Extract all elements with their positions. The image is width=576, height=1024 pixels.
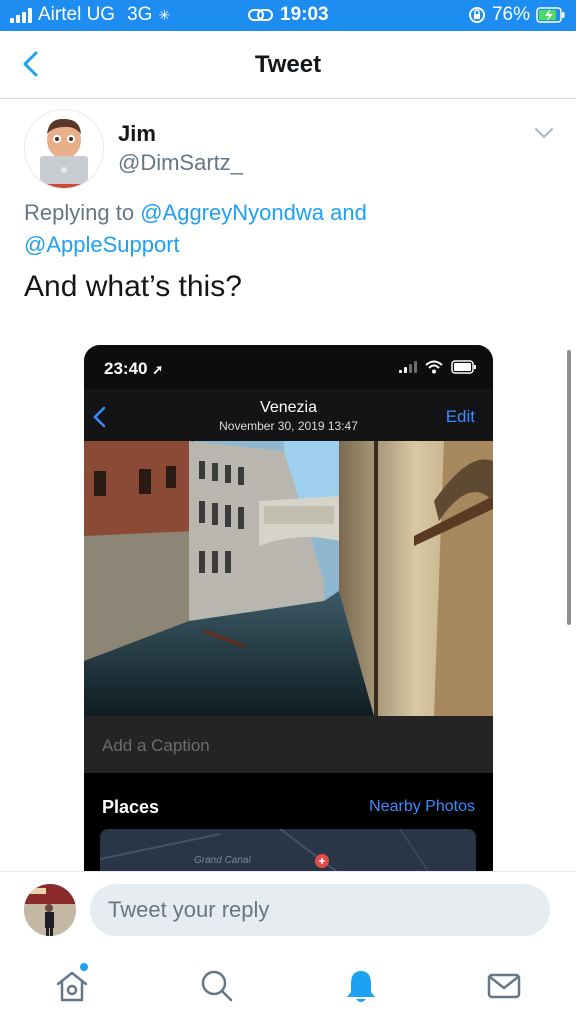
embedded-caption-placeholder: Add a Caption <box>102 736 210 755</box>
author-avatar[interactable] <box>24 109 104 189</box>
embedded-map: Grand Canal <box>100 829 476 871</box>
author-handle[interactable]: @DimSartz_ <box>118 150 243 176</box>
embedded-status-bar: 23:40 ➚ <box>84 345 493 389</box>
tab-bar <box>0 950 576 1024</box>
embedded-location-title: Venezia <box>260 399 317 416</box>
author-name[interactable]: Jim <box>118 121 156 147</box>
venice-canal-photo <box>84 441 493 716</box>
carrier-label: Airtel UG <box>38 4 116 25</box>
memoji-avatar-icon <box>25 110 103 188</box>
embedded-date: November 30, 2019 13:47 <box>219 419 358 433</box>
chevron-down-icon[interactable] <box>534 126 554 140</box>
link-icon <box>248 9 273 21</box>
clock: 19:03 <box>280 4 329 25</box>
embedded-clock: 23:40 ➚ <box>104 359 164 378</box>
embedded-places-label: Places <box>102 797 160 817</box>
new-content-dot <box>80 963 88 971</box>
embedded-nearby-label: Nearby Photos <box>369 798 475 815</box>
mention-link[interactable]: @AggreyNyondwa <box>140 200 324 225</box>
embedded-map-label: Grand Canal <box>194 855 251 866</box>
page-title: Tweet <box>254 51 322 78</box>
mention-link[interactable]: @AppleSupport <box>24 232 180 257</box>
embedded-places-section: Places Nearby Photos Grand Canal <box>84 773 493 871</box>
battery-charging-icon <box>536 7 565 23</box>
network-label: 3G <box>127 4 153 25</box>
rotation-lock-icon <box>468 7 485 23</box>
tweet-text: And what’s this? <box>24 270 242 303</box>
replying-to: Replying to @AggreyNyondwa and @AppleSup… <box>24 197 544 261</box>
reply-bar <box>0 871 576 951</box>
current-user-avatar[interactable] <box>24 884 76 936</box>
mention-joiner[interactable]: and <box>330 200 367 225</box>
tweet-media-image[interactable]: 23:40 ➚ Venezia November 30, 2019 13:47 … <box>84 345 493 871</box>
embedded-battery-icon <box>451 360 476 374</box>
replying-prefix: Replying to <box>24 200 135 225</box>
signal-icon <box>10 7 32 23</box>
status-bar: Airtel UG 3G ✳ 19:03 76% <box>0 0 576 31</box>
activity-spinner-icon: ✳ <box>158 6 171 23</box>
embedded-wifi-icon <box>425 360 443 374</box>
map-roads-icon <box>100 829 429 871</box>
reply-input[interactable] <box>90 884 550 936</box>
notifications-icon[interactable] <box>341 966 381 1006</box>
search-icon[interactable] <box>197 966 237 1006</box>
home-icon[interactable] <box>52 966 92 1006</box>
messages-icon[interactable] <box>484 966 524 1006</box>
scrollbar[interactable] <box>567 350 571 625</box>
embedded-signal-icon <box>399 361 417 373</box>
battery-percent: 76% <box>491 4 530 25</box>
embedded-photo-header: Venezia November 30, 2019 13:47 Edit <box>84 389 493 441</box>
nav-bar: Tweet <box>0 31 576 99</box>
embedded-edit-label: Edit <box>445 407 475 426</box>
user-photo-icon <box>24 884 76 936</box>
embedded-caption-field: Add a Caption <box>84 716 493 773</box>
